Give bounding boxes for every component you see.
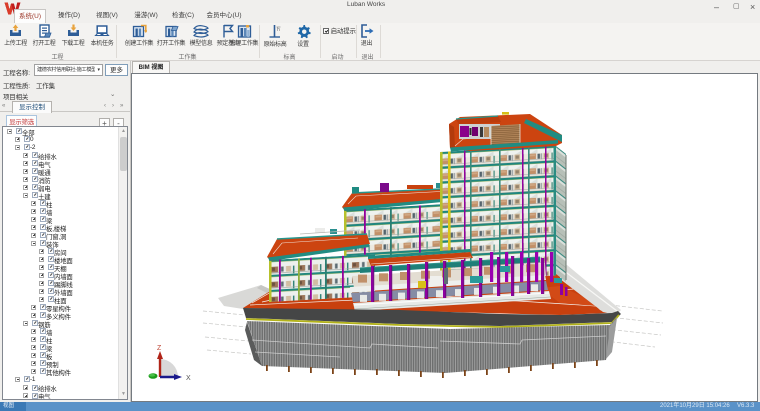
svg-text:X: X xyxy=(186,375,191,382)
svg-text:Z: Z xyxy=(157,345,162,352)
